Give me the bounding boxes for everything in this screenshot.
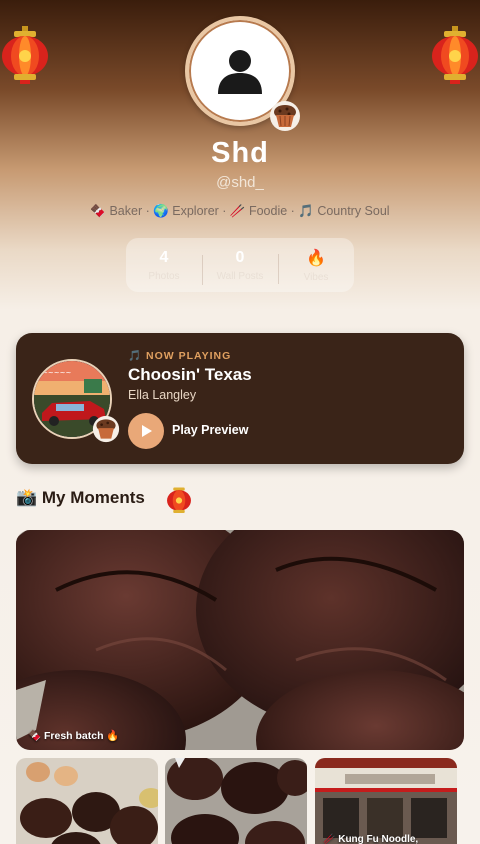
lantern-left-icon	[0, 26, 50, 84]
moment-caption: 🍫 Fresh batch 🔥	[28, 730, 120, 742]
lantern-right-icon	[430, 26, 480, 84]
stat-vibes[interactable]: 🔥 Vibes	[278, 248, 354, 284]
song-title: Choosin' Texas	[128, 365, 252, 384]
brownie-bites-photo	[165, 758, 307, 844]
thumb-caption: 🥢 Kung Fu Noodle,	[323, 834, 419, 844]
play-preview-button[interactable]	[128, 413, 164, 449]
profile-name: Shd	[211, 137, 269, 169]
restaurant-storefront-photo	[315, 758, 457, 844]
profile-handle: @shd_	[216, 174, 264, 191]
stat-value: 0	[235, 248, 245, 266]
muffin-icon	[92, 415, 120, 443]
moment-thumb-3[interactable]: 🥢 Kung Fu Noodle,	[315, 758, 457, 844]
play-preview-label[interactable]: Play Preview	[172, 423, 248, 437]
stat-label: Photos	[148, 270, 180, 282]
profile-tags: 🍫 Baker · 🌍 Explorer · 🥢 Foodie · 🎵 Coun…	[90, 204, 390, 218]
svg-text:~~~~~: ~~~~~	[42, 369, 71, 377]
muffins-photo	[16, 758, 158, 844]
brownie-photo	[16, 530, 464, 750]
moment-thumb-2[interactable]	[165, 758, 307, 844]
moment-thumb-1[interactable]	[16, 758, 158, 844]
now-playing-card: ~~~~~ 🎵 NOW PLAYING Choosin' Texas Ella …	[16, 333, 464, 464]
stat-value: 4	[159, 248, 169, 266]
song-artist: Ella Langley	[128, 388, 197, 402]
profile-stats: 4 Photos 0 Wall Posts 🔥 Vibes	[126, 238, 354, 292]
moment-photo-main[interactable]: 🍫 Fresh batch 🔥	[16, 530, 464, 750]
user-silhouette-icon	[218, 50, 262, 94]
stat-value: 🔥	[306, 249, 326, 267]
play-icon	[142, 425, 152, 437]
stat-wall-posts[interactable]: 0 Wall Posts	[202, 248, 278, 285]
profile-avatar[interactable]	[185, 16, 300, 131]
stat-photos[interactable]: 4 Photos	[126, 249, 202, 282]
now-playing-label: 🎵 NOW PLAYING	[128, 350, 232, 362]
moments-title: 📸 My Moments	[16, 488, 145, 507]
stat-label: Wall Posts	[216, 270, 264, 282]
stat-label: Vibes	[303, 271, 329, 283]
lantern-icon	[167, 487, 191, 513]
muffin-icon	[270, 101, 300, 131]
